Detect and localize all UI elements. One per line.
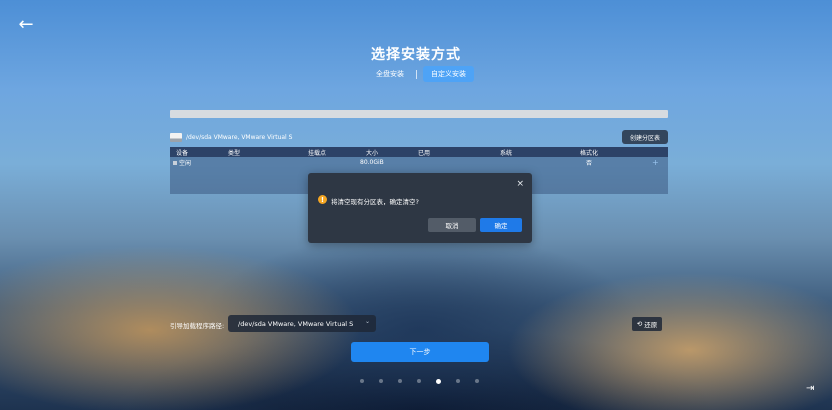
warning-icon: ! [318,195,327,204]
dialog-message: 将清空现有分区表，确定清空? [331,198,419,206]
header-system: 系统 [500,149,513,157]
restore-label: 还原 [644,321,658,329]
header-format: 格式化 [580,149,599,157]
row-size: 80.0GiB [360,158,384,166]
confirm-button[interactable]: 确定 [480,218,522,232]
step-dot [360,379,364,383]
disk-name: /dev/sda VMware, VMware Virtual S [186,133,293,141]
step-dot-active [436,378,441,384]
step-dot [417,379,421,383]
header-size: 大小 [366,149,379,157]
install-mode-tabs: 全盘安装 自定义安装 [370,66,474,82]
page-title: 选择安装方式 [371,47,461,63]
tab-full-disk[interactable]: 全盘安装 [370,67,410,81]
row-device: 空闲 [173,158,191,167]
row-format: 否 [586,159,593,167]
cancel-button[interactable]: 取消 [428,218,476,232]
disk-header: /dev/sda VMware, VMware Virtual S 创建分区表 [170,130,668,144]
confirm-dialog: × ! 将清空现有分区表，确定清空? 取消 确定 [308,173,532,243]
restore-button[interactable]: ⟲ 还原 [632,317,662,331]
boot-loader-label: 引导加载程序路径: [170,322,225,330]
header-used: 已用 [418,149,431,157]
header-mount: 挂载点 [308,149,327,157]
disk-icon [170,132,182,142]
create-partition-table-button[interactable]: 创建分区表 [621,130,668,144]
close-icon[interactable]: × [516,179,524,189]
header-device: 设备 [176,149,189,157]
restore-icon: ⟲ [636,320,643,328]
disk-usage-bar [170,110,668,118]
boot-loader-value: /dev/sda VMware, VMware Virtual S [238,319,354,328]
table-header-row: 设备 类型 挂载点 大小 已用 系统 格式化 [170,147,668,157]
back-arrow-icon[interactable]: ← [14,12,38,36]
header-type: 类型 [228,149,241,157]
tab-separator [416,69,417,79]
step-indicator [360,378,494,384]
free-space-icon [173,161,177,165]
step-dot [456,379,460,383]
step-dot [379,379,383,383]
exit-icon[interactable]: ⇥ [806,383,814,394]
tab-custom[interactable]: 自定义安装 [423,66,474,82]
next-button[interactable]: 下一步 [351,342,489,362]
step-dot [398,379,402,383]
add-partition-icon[interactable]: + [652,158,659,167]
boot-loader-select[interactable]: /dev/sda VMware, VMware Virtual S ⌄ [228,315,376,332]
step-dot [475,379,479,383]
chevron-down-icon: ⌄ [364,318,370,325]
table-row[interactable]: 空闲 80.0GiB 否 + [170,157,668,167]
